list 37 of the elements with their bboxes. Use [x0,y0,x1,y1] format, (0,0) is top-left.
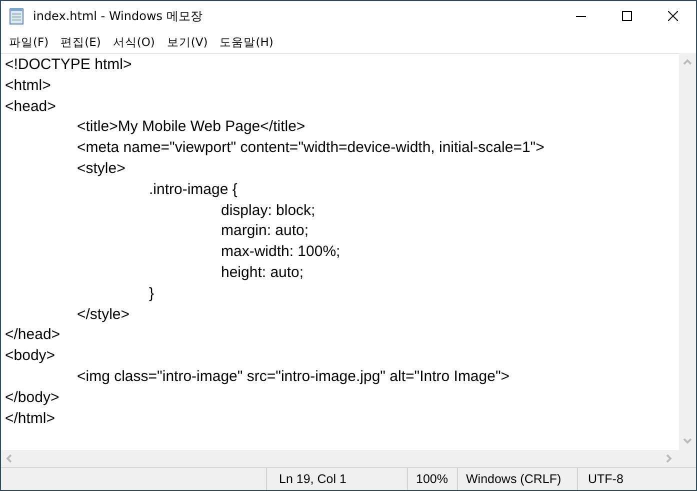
scroll-up-icon[interactable] [683,59,692,65]
code-line: </style> [76,304,131,325]
code-line: .intro-image { [148,180,238,200]
code-line: display: block; [220,200,316,221]
code-line: } [148,284,156,304]
code-line: <title>My Mobile Web Page</title> [76,117,306,138]
horizontal-scrollbar[interactable] [1,450,696,468]
cursor-position: Ln 19, Col 1 [279,472,346,486]
close-icon [668,11,678,21]
code-line: </body> [5,388,60,408]
code-line: <img class="intro-image" src="intro-image.jpg" alt="Intro Image"> [76,366,511,387]
notepad-icon [9,7,25,25]
zoom-level: 100% [416,472,448,486]
encoding: UTF-8 [588,472,624,486]
code-line: max-width: 100%; [220,242,342,262]
code-line: <style> [76,158,126,179]
window-title: index.html - Windows 메모장 [33,8,202,24]
menu-item[interactable]: 서식(O) [106,34,161,50]
code-line: </html> [5,408,56,429]
menu-item[interactable]: 편집(E) [54,34,107,50]
code-line: </head> [5,325,62,346]
code-line: <!DOCTYPE html> [5,55,133,75]
code-line: height: auto; [220,262,305,283]
menu-item[interactable]: 파일(F) [3,34,55,50]
code-line: <html> [5,76,52,96]
line-ending: Windows (CRLF) [466,472,562,486]
scroll-down-icon[interactable] [683,438,692,444]
scroll-right-icon[interactable] [666,454,672,463]
code-line: <meta name="viewport" content="width=device-width, initial-scale=1"> [76,138,546,158]
vertical-scrollbar[interactable] [679,53,696,450]
maximize-icon [622,11,632,21]
code-line: <body> [5,346,56,366]
code-line: margin: auto; [220,221,310,242]
code-line: <head> [5,96,57,117]
menu-item[interactable]: 도움말(H) [214,34,280,50]
menu-item[interactable]: 보기(V) [160,34,214,50]
scroll-left-icon[interactable] [6,454,12,463]
